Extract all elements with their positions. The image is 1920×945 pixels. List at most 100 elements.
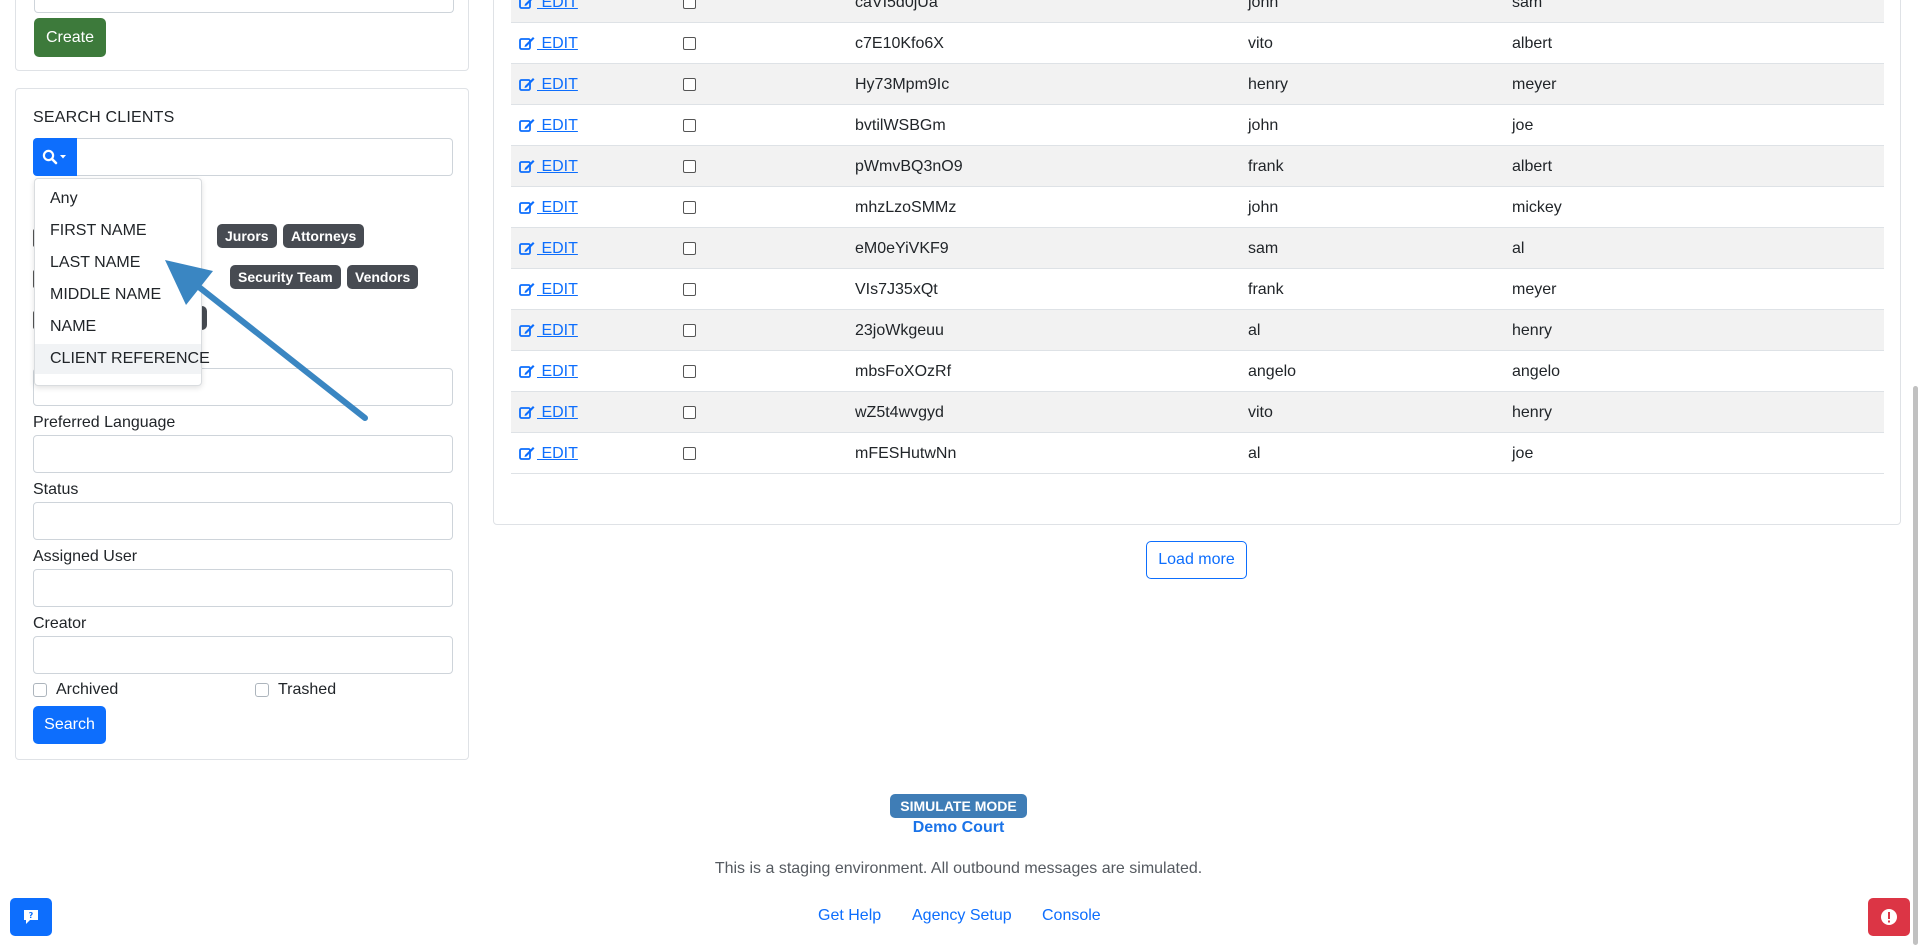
edit-icon [519,447,535,460]
table-row: EDIT caVI5d0jUa john sam [511,0,1884,23]
tag-attorneys[interactable]: Attorneys [283,224,365,248]
edit-icon [519,283,535,296]
assigned-user-input[interactable] [33,569,453,607]
tag-security-team[interactable]: Security Team [230,265,341,289]
row-checkbox[interactable] [683,201,696,214]
edit-link[interactable]: EDIT [519,351,578,392]
row-checkbox[interactable] [683,37,696,50]
status-label: Status [33,481,79,498]
search-input[interactable] [77,138,453,176]
caret-down-icon [60,155,66,159]
client-reference-cell: bvtilWSBGm [855,117,946,134]
first-name-cell: al [1248,445,1261,462]
row-checkbox[interactable] [683,365,696,378]
first-name-cell: vito [1248,404,1273,421]
tag-vendors[interactable]: Vendors [347,265,419,289]
chat-button[interactable]: ? [10,898,52,936]
status-input[interactable] [33,502,453,540]
first-name-cell: frank [1248,281,1284,298]
edit-icon [519,242,535,255]
last-name-cell: henry [1512,322,1553,339]
last-name-cell: meyer [1512,281,1557,298]
edit-link[interactable]: EDIT [519,269,578,310]
table-row: EDIT mbsFoXOzRf angelo angelo [511,351,1884,392]
edit-link[interactable]: EDIT [519,187,578,228]
row-checkbox[interactable] [683,119,696,132]
table-row: EDIT pWmvBQ3nO9 frank albert [511,146,1884,187]
first-name-cell: john [1248,0,1279,11]
dropdown-item-name[interactable]: NAME [35,312,201,342]
row-checkbox[interactable] [683,78,696,91]
edit-icon [519,37,535,50]
edit-link[interactable]: EDIT [519,23,578,64]
edit-link[interactable]: EDIT [519,0,578,23]
edit-label: EDIT [537,117,578,134]
edit-label: EDIT [537,0,578,11]
clients-table-card: EDIT caVI5d0jUa john sam EDIT c7E10Kfo6X vito… [493,0,1901,525]
console-link[interactable]: Console [1042,907,1101,925]
row-checkbox[interactable] [683,242,696,255]
last-name-cell: angelo [1512,363,1561,380]
row-checkbox[interactable] [683,283,696,296]
client-reference-cell: VIs7J35xQt [855,281,938,298]
edit-link[interactable]: EDIT [519,392,578,433]
court-name: Demo Court [912,819,1005,836]
client-reference-cell: mhzLzoSMMz [855,199,957,216]
edit-link[interactable]: EDIT [519,310,578,351]
page-scrollbar[interactable] [1913,386,1918,945]
search-clients-title: SEARCH CLIENTS [33,109,175,126]
dropdown-item-client-reference[interactable]: CLIENT REFERENCE [35,344,210,374]
row-checkbox[interactable] [683,447,696,460]
creator-label: Creator [33,615,87,632]
client-reference-cell: caVI5d0jUa [855,0,938,11]
edit-label: EDIT [537,158,578,175]
last-name-cell: joe [1512,117,1534,134]
edit-icon [519,0,532,9]
load-more-button[interactable]: Load more [1146,541,1247,579]
archived-label: Archived [56,681,119,698]
edit-icon [519,406,535,419]
dropdown-item-middle-name[interactable]: MIDDLE NAME [35,280,201,310]
row-checkbox[interactable] [683,0,696,9]
search-button[interactable]: Search [33,706,106,744]
edit-label: EDIT [537,35,578,52]
table-row: EDIT wZ5t4wvgyd vito henry [511,392,1884,433]
creator-input[interactable] [33,636,453,674]
preferred-language-input[interactable] [33,435,453,473]
edit-icon [519,119,535,132]
assigned-user-label: Assigned User [33,548,138,565]
dropdown-item-last-name[interactable]: LAST NAME [35,248,201,278]
edit-link[interactable]: EDIT [519,228,578,269]
first-name-cell: john [1248,117,1279,134]
agency-setup-link[interactable]: Agency Setup [912,907,1012,925]
svg-text:?: ? [29,911,34,920]
edit-label: EDIT [537,199,578,216]
edit-link[interactable]: EDIT [519,433,578,474]
dropdown-item-any[interactable]: Any [35,184,201,214]
edit-link[interactable]: EDIT [519,146,578,187]
row-checkbox[interactable] [683,406,696,419]
edit-label: EDIT [537,404,578,421]
get-help-link[interactable]: Get Help [818,907,881,925]
edit-link[interactable]: EDIT [519,64,578,105]
archived-checkbox[interactable] [33,683,47,697]
edit-label: EDIT [537,363,578,380]
edit-icon [519,78,535,91]
first-name-cell: sam [1248,240,1279,257]
row-checkbox[interactable] [683,160,696,173]
create-input[interactable] [34,0,454,13]
row-checkbox[interactable] [683,324,696,337]
alert-button[interactable] [1868,898,1910,936]
alert-icon [1881,909,1897,925]
client-reference-cell: Hy73Mpm9Ic [855,76,950,93]
tag-jurors[interactable]: Jurors [217,224,277,248]
create-card: Create [15,0,469,71]
create-button[interactable]: Create [34,18,106,57]
edit-link[interactable]: EDIT [519,105,578,146]
last-name-cell: meyer [1512,76,1557,93]
trashed-checkbox[interactable] [255,683,269,697]
table-row: EDIT VIs7J35xQt frank meyer [511,269,1884,310]
table-row: EDIT c7E10Kfo6X vito albert [511,23,1884,64]
search-field-dropdown-toggle[interactable] [33,138,77,176]
dropdown-item-first-name[interactable]: FIRST NAME [35,216,201,246]
